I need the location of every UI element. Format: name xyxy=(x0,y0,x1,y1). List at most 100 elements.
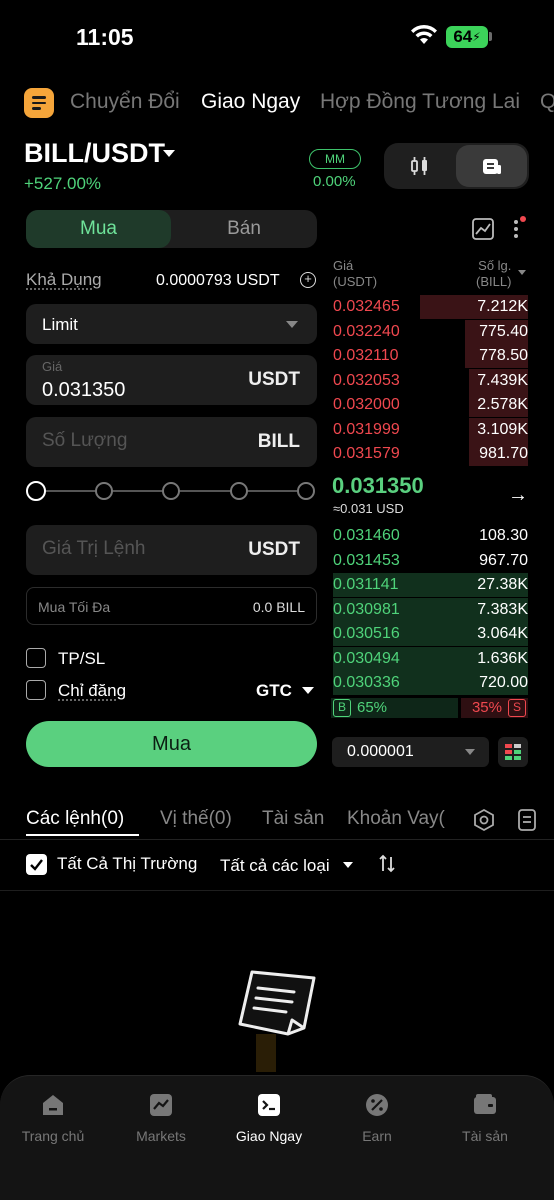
home-icon xyxy=(38,1090,68,1120)
ask-row[interactable]: 0.031999 3.109K xyxy=(331,417,528,442)
settings-icon[interactable] xyxy=(472,808,496,832)
bid-quantity: 967.70 xyxy=(479,551,528,569)
orderbook-qty-header[interactable]: Số lg. (BILL) xyxy=(476,258,511,290)
tab-positions[interactable]: Vị thế(0) xyxy=(160,808,232,830)
sell-tab[interactable]: Bán xyxy=(171,210,317,248)
price-header-label: Giá xyxy=(333,258,354,273)
divider xyxy=(0,839,554,840)
trade-view-button[interactable] xyxy=(456,145,527,187)
more-options-icon[interactable] xyxy=(508,215,528,241)
menu-icon[interactable] xyxy=(24,88,54,118)
all-markets-label: Tất Cả Thị Trường xyxy=(57,854,198,873)
pair-selector[interactable]: BILL/USDT xyxy=(24,138,165,169)
available-value: 0.0000793 USDT xyxy=(156,272,280,289)
available-label: Khả Dụng xyxy=(26,270,102,289)
status-bar: 11:05 64 ⚡ xyxy=(0,0,554,70)
ask-price: 0.032000 xyxy=(333,396,400,413)
price-input[interactable]: Giá 0.031350 USDT xyxy=(26,355,317,405)
order-type-value: Limit xyxy=(42,315,78,334)
quantity-unit: BILL xyxy=(257,431,300,452)
ask-row[interactable]: 0.032110 778.50 xyxy=(331,344,528,368)
all-markets-checkbox[interactable] xyxy=(26,854,47,875)
nav-earn[interactable]: Earn xyxy=(332,1090,422,1144)
battery-tip xyxy=(489,32,492,41)
price-change: +527.00% xyxy=(24,174,102,193)
caret-down-icon[interactable] xyxy=(343,862,353,868)
active-tab-indicator xyxy=(26,834,139,836)
qty-header-label: Số lg. xyxy=(478,258,512,273)
tab-convert[interactable]: Chuyển Đổi xyxy=(70,90,180,114)
price-header-unit: (USDT) xyxy=(333,274,378,289)
max-buy-label: Mua Tối Đa xyxy=(38,599,111,615)
check-icon xyxy=(30,859,43,871)
ask-price: 0.032240 xyxy=(333,322,400,340)
nav-spot[interactable]: Giao Ngay xyxy=(224,1090,314,1144)
arrow-right-icon[interactable]: → xyxy=(508,484,528,507)
slider-step-100[interactable] xyxy=(297,482,315,500)
order-total-input[interactable]: Giá Trị Lệnh USDT xyxy=(26,525,317,575)
bid-row[interactable]: 0.031453 967.70 xyxy=(331,549,528,573)
time-in-force-select[interactable]: GTC xyxy=(256,681,292,701)
buy-tab[interactable]: Mua xyxy=(26,210,171,248)
bid-row[interactable]: 0.031460 108.30 xyxy=(331,524,528,548)
ask-row[interactable]: 0.032000 2.578K xyxy=(331,393,528,417)
caret-down-icon[interactable] xyxy=(302,687,314,694)
order-form-icon xyxy=(482,159,501,174)
slider-step-50[interactable] xyxy=(162,482,180,500)
order-type-filter[interactable]: Tất cả các loại xyxy=(220,856,330,876)
bid-row[interactable]: 0.030336 720.00 xyxy=(331,671,528,695)
ask-price: 0.032110 xyxy=(333,347,399,364)
slider-step-25[interactable] xyxy=(95,482,113,500)
tab-spot[interactable]: Giao Ngay xyxy=(201,90,300,114)
nav-markets[interactable]: Markets xyxy=(116,1090,206,1144)
tab-futures[interactable]: Hợp Đồng Tương Lai xyxy=(320,90,520,114)
last-price-usd: ≈0.031 USD xyxy=(333,501,404,516)
chart-icon[interactable] xyxy=(471,217,495,241)
nav-home[interactable]: Trang chủ xyxy=(8,1090,98,1144)
ask-row[interactable]: 0.032465 7.212K xyxy=(331,295,528,319)
deposit-plus-icon[interactable]: + xyxy=(300,272,316,288)
candlestick-icon xyxy=(411,157,427,175)
buy-sell-switch: Mua Bán xyxy=(26,210,317,248)
ask-row[interactable]: 0.031579 981.70 xyxy=(331,442,528,466)
orderbook-layout-button[interactable] xyxy=(498,737,528,767)
price-value: 0.031350 xyxy=(42,379,126,401)
bid-price: 0.031460 xyxy=(333,527,400,544)
slider-thumb[interactable] xyxy=(26,481,46,501)
caret-down-icon[interactable] xyxy=(518,270,526,275)
orders-tabs: Các lệnh(0) Vị thế(0) Tài sản Khoản Vay( xyxy=(0,806,554,836)
slider-step-75[interactable] xyxy=(230,482,248,500)
mm-badge: MM xyxy=(309,149,361,169)
bid-price: 0.031453 xyxy=(333,551,400,569)
tpsl-checkbox[interactable] xyxy=(26,648,46,668)
ask-row[interactable]: 0.032240 775.40 xyxy=(331,319,528,344)
ask-row[interactable]: 0.032053 7.439K xyxy=(331,368,528,393)
last-price[interactable]: 0.031350 xyxy=(332,473,424,499)
max-buy-box: Mua Tối Đa 0.0 BILL xyxy=(26,587,317,625)
order-type-select[interactable]: Limit xyxy=(26,304,317,344)
post-only-checkbox[interactable] xyxy=(26,680,46,700)
candlestick-chart-button[interactable] xyxy=(384,143,456,189)
buy-button[interactable]: Mua xyxy=(26,721,317,767)
bid-row[interactable]: 0.030981 7.383K xyxy=(331,597,528,622)
quantity-input[interactable]: Số Lượng BILL xyxy=(26,417,317,467)
bid-row[interactable]: 0.031141 27.38K xyxy=(331,573,528,597)
buy-sell-ratio: B 65% 35% S xyxy=(331,698,528,718)
tab-more[interactable]: Q xyxy=(540,90,554,114)
bid-row[interactable]: 0.030516 3.064K xyxy=(331,622,528,646)
order-total-placeholder: Giá Trị Lệnh xyxy=(42,538,146,559)
tab-loans[interactable]: Khoản Vay( xyxy=(347,808,445,830)
sort-icon[interactable] xyxy=(376,853,398,875)
order-history-icon[interactable] xyxy=(517,808,537,832)
nav-assets[interactable]: Tài sản xyxy=(440,1090,530,1144)
precision-select[interactable]: 0.000001 xyxy=(332,737,489,767)
mm-value: 0.00% xyxy=(313,173,356,190)
bid-row[interactable]: 0.030494 1.636K xyxy=(331,646,528,671)
tab-assets[interactable]: Tài sản xyxy=(262,808,324,830)
precision-value: 0.000001 xyxy=(347,743,414,760)
ask-price: 0.032465 xyxy=(333,298,400,315)
tab-open-orders[interactable]: Các lệnh(0) xyxy=(26,808,124,830)
caret-down-icon[interactable] xyxy=(163,150,175,157)
divider xyxy=(0,890,554,891)
earn-icon xyxy=(362,1090,392,1120)
